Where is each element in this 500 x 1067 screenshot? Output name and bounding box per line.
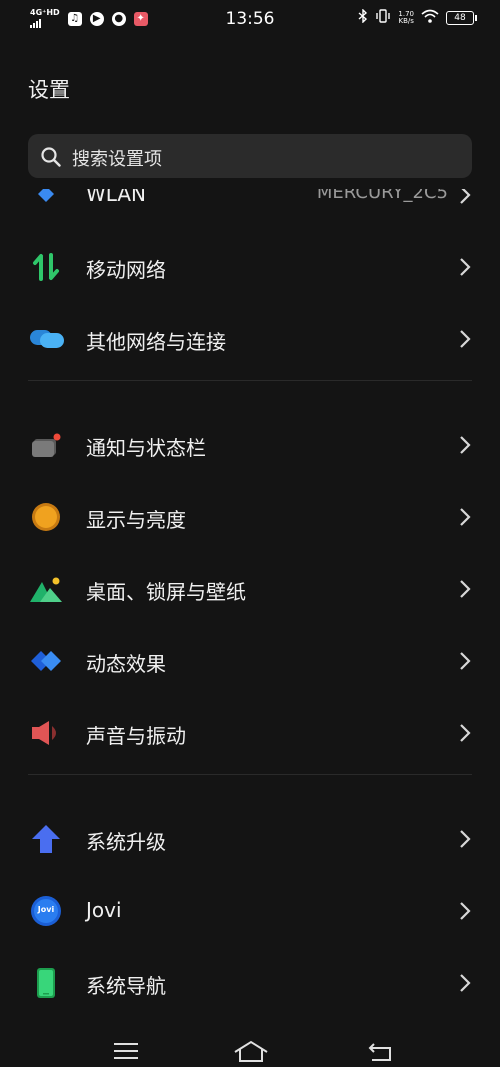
- settings-item-jovi[interactable]: Jovi Jovi: [0, 880, 500, 942]
- settings-item-mobile-network[interactable]: 移动网络: [0, 236, 500, 298]
- chevron-right-icon: [458, 723, 472, 743]
- settings-item-system-navigation[interactable]: 系统导航: [0, 952, 500, 1001]
- chevron-right-icon: [458, 189, 472, 205]
- chevron-right-icon: [458, 973, 472, 993]
- settings-list[interactable]: WLAN MERCURY_2C5 移动网络 其他网络与连接 通知与状态栏 显示与…: [0, 189, 500, 1001]
- settings-item-sound[interactable]: 声音与振动: [0, 702, 500, 764]
- sound-icon: [30, 718, 62, 748]
- settings-item-other-connections[interactable]: 其他网络与连接: [0, 308, 500, 370]
- navigation-bar: [0, 1030, 500, 1067]
- item-label: 声音与振动: [86, 724, 186, 748]
- chevron-right-icon: [458, 651, 472, 671]
- item-label: 其他网络与连接: [86, 330, 226, 354]
- settings-item-wlan[interactable]: WLAN MERCURY_2C5: [0, 189, 500, 226]
- menu-icon[interactable]: [113, 1042, 139, 1064]
- settings-item-motion-effects[interactable]: 动态效果: [0, 630, 500, 692]
- wallpaper-icon: [30, 574, 62, 604]
- network-speed: 1.70 KB/s: [398, 11, 414, 25]
- settings-item-system-update[interactable]: 系统升级: [0, 808, 500, 870]
- page-title: 设置: [28, 78, 70, 102]
- notification-icon: [30, 430, 62, 460]
- settings-item-wallpaper[interactable]: 桌面、锁屏与壁纸: [0, 558, 500, 620]
- item-label: 移动网络: [86, 258, 166, 282]
- jovi-badge-text: Jovi: [37, 905, 55, 914]
- item-label: 通知与状态栏: [86, 436, 206, 460]
- item-label: 桌面、锁屏与壁纸: [86, 580, 246, 604]
- chevron-right-icon: [458, 507, 472, 527]
- jovi-icon: Jovi: [30, 896, 62, 926]
- item-label: Jovi: [86, 898, 122, 922]
- system-update-icon: [30, 824, 62, 854]
- settings-item-display[interactable]: 显示与亮度: [0, 486, 500, 548]
- bluetooth-icon: [358, 8, 368, 27]
- chevron-right-icon: [458, 901, 472, 921]
- chevron-right-icon: [458, 329, 472, 349]
- chevron-right-icon: [458, 829, 472, 849]
- mobile-network-icon: [30, 252, 62, 282]
- item-label: 系统导航: [86, 974, 166, 998]
- wifi-status-icon: [421, 9, 439, 27]
- search-icon: [41, 147, 61, 171]
- connections-icon: [30, 324, 64, 354]
- vibrate-icon: [375, 9, 391, 27]
- system-navigation-icon: [30, 968, 62, 998]
- settings-item-notifications[interactable]: 通知与状态栏: [0, 414, 500, 476]
- search-input[interactable]: 搜索设置项: [28, 134, 472, 178]
- back-icon[interactable]: [368, 1042, 394, 1066]
- brightness-icon: [30, 502, 62, 532]
- item-label: 系统升级: [86, 830, 166, 854]
- status-bar: 4G⁺HD ♫ ▶ ● ✦ 13:56 1.70 KB/s 48: [0, 0, 500, 38]
- search-placeholder: 搜索设置项: [72, 149, 162, 170]
- item-value: MERCURY_2C5: [316, 189, 448, 203]
- item-label: 动态效果: [86, 652, 166, 676]
- item-label: WLAN: [86, 189, 147, 206]
- item-label: 显示与亮度: [86, 508, 186, 532]
- wifi-icon: [30, 189, 62, 210]
- battery-icon: 48: [446, 11, 477, 25]
- section-divider: [28, 774, 472, 775]
- chevron-right-icon: [458, 435, 472, 455]
- chevron-right-icon: [458, 579, 472, 599]
- motion-effects-icon: [30, 646, 62, 676]
- section-divider: [28, 380, 472, 381]
- status-right: 1.70 KB/s 48: [358, 8, 477, 27]
- chevron-right-icon: [458, 257, 472, 277]
- home-icon[interactable]: [233, 1040, 269, 1066]
- speed-unit: KB/s: [398, 17, 414, 25]
